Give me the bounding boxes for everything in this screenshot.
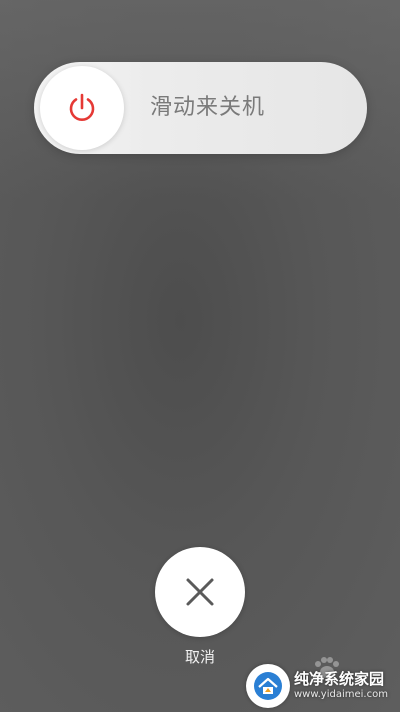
house-logo-icon [254,672,282,700]
cancel-button[interactable] [155,547,245,637]
watermark-logo [246,664,290,708]
power-off-slider-knob[interactable] [40,66,124,150]
cancel-label: 取消 [184,648,215,666]
power-icon [69,93,95,121]
watermark-url: www.yidaimei.com [294,689,388,700]
watermark-text: 纯净系统家园 www.yidaimei.com [294,664,388,708]
watermark: 纯净系统家园 www.yidaimei.com [246,654,396,708]
close-icon [186,578,214,606]
slider-label: 滑动来关机 [150,95,266,120]
watermark-title: 纯净系统家园 [294,670,385,688]
